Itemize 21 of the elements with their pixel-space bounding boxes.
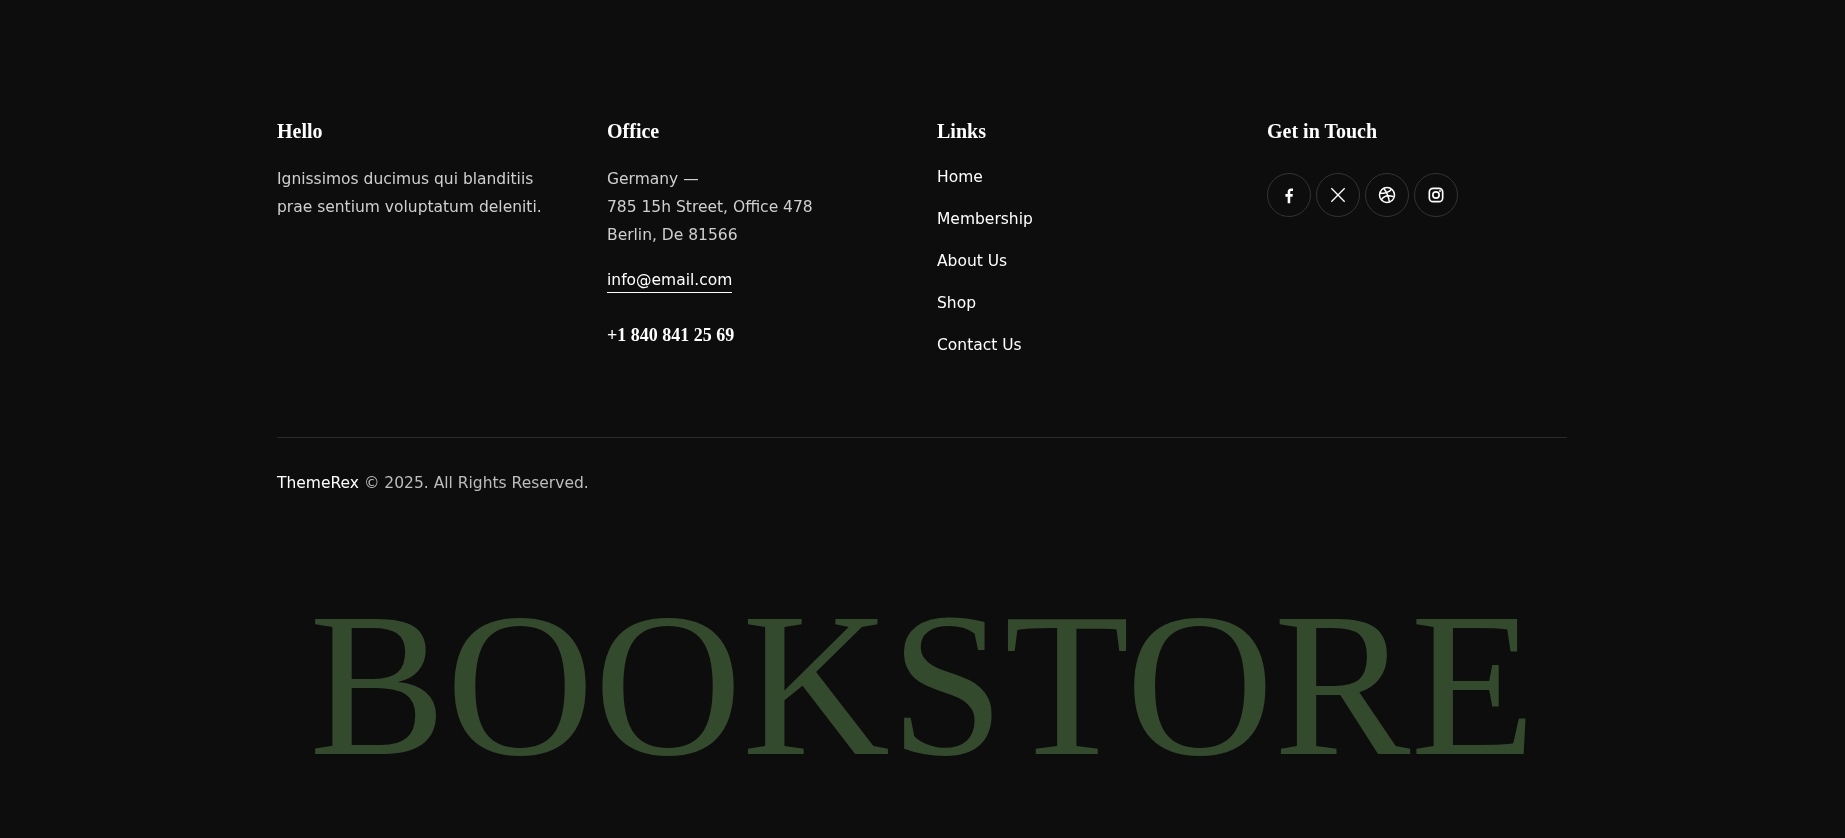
footer-link[interactable]: About Us bbox=[937, 249, 1267, 273]
email-link[interactable]: info@email.com bbox=[607, 271, 733, 293]
address-line: Germany — bbox=[607, 169, 700, 190]
x-logo-icon bbox=[1328, 185, 1348, 205]
instagram-icon bbox=[1426, 185, 1446, 205]
phone-number: +1 840 841 25 69 bbox=[607, 325, 736, 346]
column-heading: Hello bbox=[277, 120, 324, 143]
footer-link[interactable]: Membership bbox=[937, 207, 1267, 231]
footer-link[interactable]: Contact Us bbox=[937, 333, 1267, 357]
column-heading: Get in Touch bbox=[1267, 120, 1379, 143]
column-heading: Office bbox=[607, 120, 661, 143]
dribbble-icon bbox=[1377, 185, 1397, 205]
address-line: Berlin, De 81566 bbox=[607, 225, 739, 246]
column-heading: Links bbox=[937, 120, 987, 143]
copyright-text: ThemeRex © 2025. All Rights Reserved. bbox=[277, 474, 590, 492]
address-line: 785 15h Street, Office 478 bbox=[607, 197, 814, 218]
footer-link[interactable]: Shop bbox=[937, 291, 1267, 315]
wordmark: BOOKSTORE bbox=[308, 582, 1537, 787]
brand-link[interactable]: ThemeRex bbox=[277, 474, 359, 492]
footer-link[interactable]: Home bbox=[937, 165, 1267, 189]
intro-text: Ignissimos ducimus qui blanditiis prae sentium voluptatum deleniti. bbox=[277, 169, 543, 218]
